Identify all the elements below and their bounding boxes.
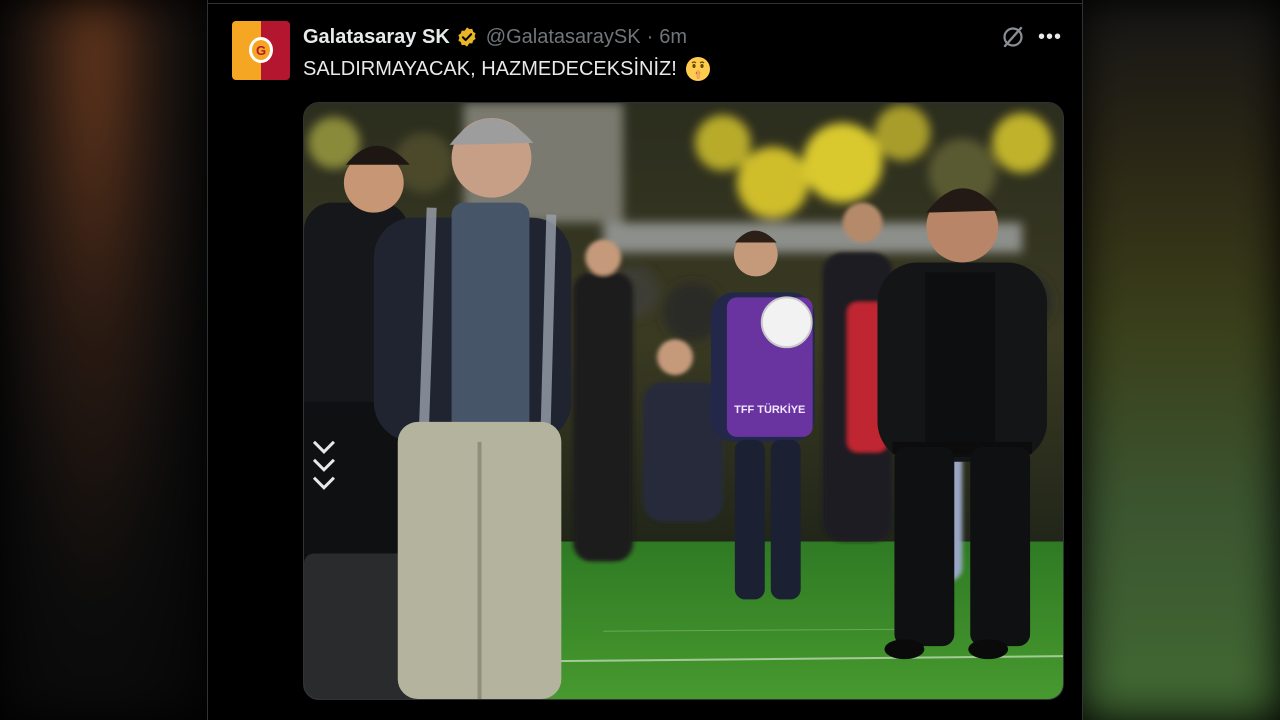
screen: G Galatasaray SK @GalatasaraySK · 6m •••… bbox=[0, 0, 1280, 720]
more-glyph: ••• bbox=[1038, 25, 1063, 48]
verified-badge-icon bbox=[458, 27, 476, 47]
timestamp[interactable]: 6m bbox=[659, 26, 687, 49]
display-name[interactable]: Galatasaray SK bbox=[303, 26, 450, 49]
grok-icon[interactable] bbox=[1000, 24, 1026, 50]
avatar-initial: G bbox=[255, 42, 267, 58]
galatasaray-crest-icon: G bbox=[249, 37, 273, 63]
photo-scene: TFF TÜRKİYE bbox=[304, 103, 1063, 699]
blurred-background-right bbox=[1080, 0, 1280, 720]
tweet-photo[interactable]: TFF TÜRKİYE bbox=[303, 102, 1064, 700]
more-icon[interactable]: ••• bbox=[1038, 26, 1062, 48]
tweet-text: SALDIRMAYACAK, HAZMEDECEKSİNİZ! bbox=[303, 56, 711, 82]
tweet-text-content: SALDIRMAYACAK, HAZMEDECEKSİNİZ! bbox=[303, 57, 677, 80]
bib-text: TFF TÜRKİYE bbox=[734, 403, 805, 416]
tweet-card[interactable]: G Galatasaray SK @GalatasaraySK · 6m •••… bbox=[207, 0, 1083, 720]
shushing-face-emoji-icon bbox=[685, 57, 710, 81]
tweet-header: Galatasaray SK @GalatasaraySK · 6m bbox=[303, 24, 687, 50]
handle[interactable]: @GalatasaraySK bbox=[486, 26, 641, 49]
separator-dot: · bbox=[646, 25, 654, 48]
avatar[interactable]: G bbox=[232, 21, 290, 80]
blurred-background-left bbox=[0, 0, 210, 720]
